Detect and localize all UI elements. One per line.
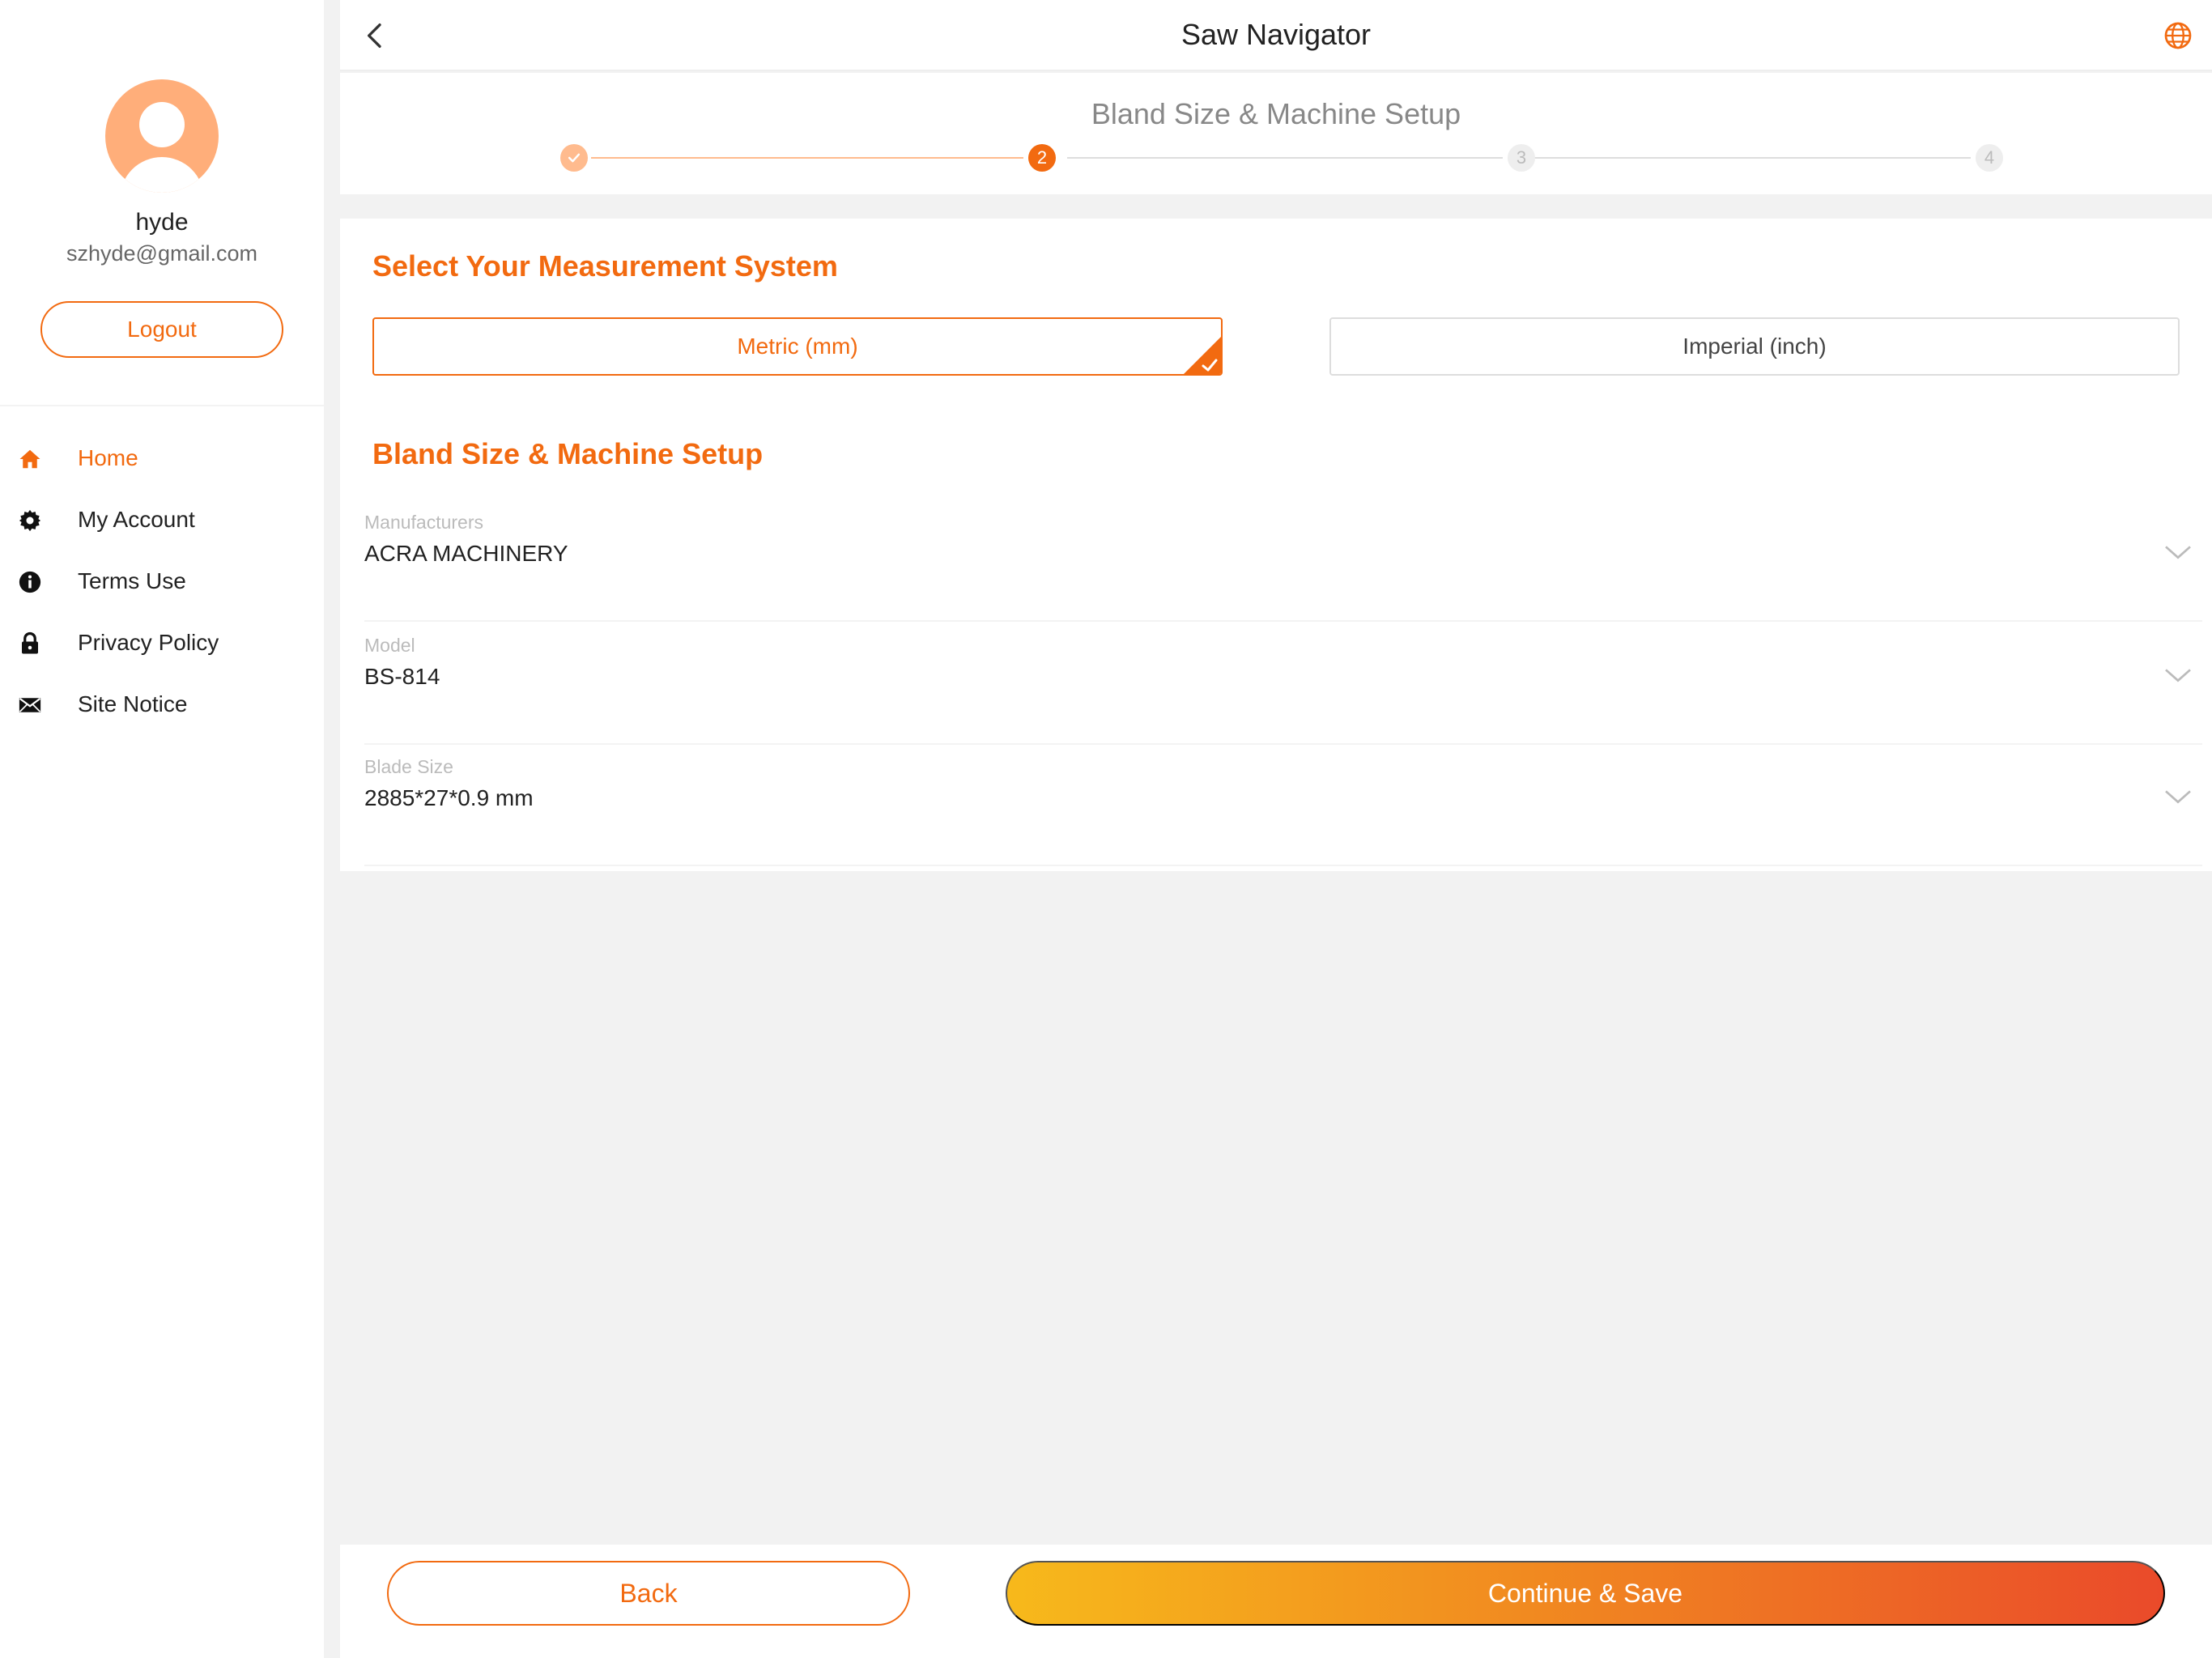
- sidebar-item-site-notice[interactable]: Site Notice: [0, 674, 324, 735]
- gear-icon: [19, 509, 41, 532]
- user-name: hyde: [135, 209, 189, 236]
- step-connector-3: [1534, 157, 1971, 159]
- logout-button[interactable]: Logout: [40, 301, 283, 358]
- sidebar-item-home[interactable]: Home: [0, 427, 324, 489]
- option-label: Imperial (inch): [1682, 334, 1827, 359]
- field-value: ACRA MACHINERY: [364, 541, 568, 566]
- info-icon: [19, 571, 41, 593]
- step-3: 3: [1508, 144, 1535, 172]
- selected-check-icon: [1184, 337, 1221, 374]
- footer-bar: Back Continue & Save: [340, 1545, 2212, 1658]
- setup-section-title: Bland Size & Machine Setup: [372, 437, 764, 470]
- model-select[interactable]: Model BS-814: [364, 623, 2202, 745]
- field-value: BS-814: [364, 664, 440, 689]
- chevron-down-icon: [2165, 546, 2191, 559]
- avatar-body: [120, 157, 204, 193]
- sidebar-divider: [0, 405, 324, 406]
- manufacturers-select[interactable]: Manufacturers ACRA MACHINERY: [364, 500, 2202, 622]
- step-connector-1: [591, 157, 1023, 159]
- globe-icon[interactable]: [2163, 21, 2193, 50]
- main-content: Saw Navigator Bland Size & Machine Setup…: [340, 0, 2212, 1658]
- field-value: 2885*27*0.9 mm: [364, 785, 534, 810]
- chevron-down-icon: [2165, 669, 2191, 682]
- sidebar-nav: Home My Account Terms Use Privacy Policy…: [0, 427, 324, 735]
- envelope-icon: [19, 697, 41, 712]
- sidebar-item-privacy-policy[interactable]: Privacy Policy: [0, 612, 324, 674]
- field-label: Blade Size: [364, 756, 453, 777]
- field-label: Model: [364, 635, 415, 656]
- chevron-down-icon: [2165, 790, 2191, 804]
- sidebar-item-my-account[interactable]: My Account: [0, 489, 324, 551]
- step-1-done: [560, 144, 588, 172]
- progress-stepper: Bland Size & Machine Setup 2 3 4: [340, 73, 2212, 194]
- sidebar-item-label: Site Notice: [78, 691, 188, 716]
- option-label: Metric (mm): [737, 334, 858, 359]
- setup-card: Select Your Measurement System Metric (m…: [340, 219, 2212, 871]
- lock-icon: [22, 631, 38, 654]
- step-4: 4: [1976, 144, 2003, 172]
- home-icon: [19, 449, 40, 469]
- app-root: hyde szhyde@gmail.com Logout Home My Acc…: [0, 0, 2212, 1658]
- page-title: Saw Navigator: [1180, 18, 1372, 51]
- avatar[interactable]: [105, 79, 219, 193]
- field-label: Manufacturers: [364, 512, 484, 533]
- step-2-current: 2: [1028, 144, 1056, 172]
- avatar-head: [139, 102, 185, 147]
- option-imperial[interactable]: Imperial (inch): [1329, 317, 2180, 376]
- top-bar: Saw Navigator: [340, 0, 2212, 71]
- sidebar-item-terms-use[interactable]: Terms Use: [0, 551, 324, 612]
- sidebar-item-label: My Account: [78, 507, 195, 532]
- sidebar-item-label: Home: [78, 445, 138, 470]
- sidebar-item-label: Terms Use: [78, 568, 186, 593]
- blade-size-select[interactable]: Blade Size 2885*27*0.9 mm: [364, 745, 2202, 866]
- step-title: Bland Size & Machine Setup: [1091, 97, 1461, 130]
- measurement-section-title: Select Your Measurement System: [372, 249, 838, 283]
- back-button[interactable]: Back: [387, 1561, 910, 1626]
- user-email: szhyde@gmail.com: [66, 241, 257, 266]
- sidebar: hyde szhyde@gmail.com Logout Home My Acc…: [0, 0, 324, 1658]
- option-metric[interactable]: Metric (mm): [372, 317, 1223, 376]
- continue-save-button[interactable]: Continue & Save: [1006, 1561, 2165, 1626]
- check-icon: [568, 153, 581, 163]
- sidebar-item-label: Privacy Policy: [78, 630, 219, 655]
- step-connector-2: [1067, 157, 1503, 159]
